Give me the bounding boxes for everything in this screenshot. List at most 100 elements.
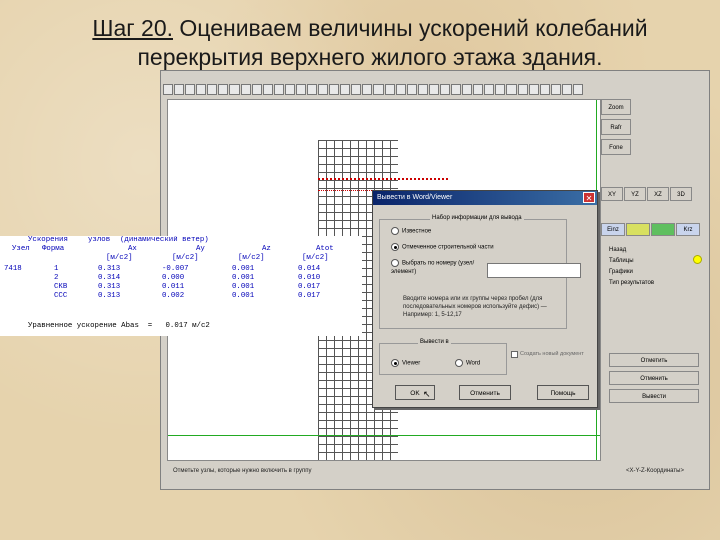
toolbar-button[interactable] [262, 84, 273, 95]
cancel-button[interactable]: Отменить [459, 385, 511, 400]
toolbar-button[interactable] [185, 84, 196, 95]
unit-cell: [м/c2] [302, 254, 329, 262]
table-cell: 0.017 [298, 283, 321, 291]
toolbar-button[interactable] [284, 84, 295, 95]
green-mode-button[interactable] [651, 223, 675, 236]
toolbar-button[interactable] [384, 84, 395, 95]
table-cell: 0.001 [232, 292, 255, 300]
table-cell: 0.313 [98, 292, 121, 300]
toolbar-button[interactable] [163, 84, 174, 95]
toolbar-button[interactable] [307, 84, 318, 95]
toolbar-button[interactable] [340, 84, 351, 95]
xy-button[interactable]: XY [601, 187, 623, 201]
toolbar-button[interactable] [484, 84, 495, 95]
toolbar-button[interactable] [539, 84, 550, 95]
toolbar-button[interactable] [373, 84, 384, 95]
unmark-button[interactable]: Отменить [609, 371, 699, 385]
option-by-number[interactable]: Выбрать по номеру (узел/элемент) [391, 259, 479, 276]
table-cell: СКВ [54, 283, 68, 291]
table-row: 2 0.314 0.000 0.001 0.010 [0, 274, 362, 283]
refresh-button[interactable]: Rafr [601, 119, 631, 135]
toolbar-button[interactable] [561, 84, 572, 95]
option-by-number-label: Выбрать по номеру (узел/элемент) [391, 260, 475, 275]
toolbar-button[interactable] [462, 84, 473, 95]
info-group-label: Набор информации для вывода [430, 215, 524, 221]
toolbar-button[interactable] [495, 84, 506, 95]
header-cell: Ay [196, 245, 205, 253]
menu-back[interactable]: Назад [609, 245, 654, 256]
toolbar-button[interactable] [218, 84, 229, 95]
menu-bar [161, 71, 709, 81]
table-cell: 0.001 [232, 265, 255, 273]
toolbar-button[interactable] [395, 84, 406, 95]
header-cell: Atot [316, 245, 334, 253]
table-cell: 0.011 [162, 283, 185, 291]
output-viewer[interactable]: Viewer [391, 359, 420, 367]
toolbar-button[interactable] [207, 84, 218, 95]
toolbar-button[interactable] [528, 84, 539, 95]
toolbar-button[interactable] [439, 84, 451, 95]
export-button[interactable]: Вывести [609, 389, 699, 403]
toolbar-button[interactable] [174, 84, 185, 95]
toolbar-button[interactable] [240, 84, 251, 95]
output-word-label: Word [466, 360, 481, 367]
table-cell: 0.014 [298, 265, 321, 273]
table-cell: 0.001 [232, 283, 255, 291]
help-button[interactable]: Помощь [537, 385, 589, 400]
table-cell: 7418 [4, 265, 22, 273]
axis-line-horizontal [168, 435, 600, 436]
table-cell: 0.002 [162, 292, 185, 300]
table-cell: -0.007 [162, 265, 189, 273]
toolbar-button[interactable] [362, 84, 373, 95]
option-known[interactable]: Известное [391, 227, 431, 235]
toolbar-button[interactable] [318, 84, 329, 95]
toolbar-button[interactable] [295, 84, 307, 95]
toolbar-button[interactable] [417, 84, 428, 95]
dialog-title-bar: Вывести в Word/Viewer ✕ [373, 191, 597, 205]
3d-button[interactable]: 3D [670, 187, 692, 201]
status-bar: Отметьте узлы, которые нужно включить в … [173, 468, 312, 474]
zoom-button[interactable]: Zoom [601, 99, 631, 115]
table-cell: 0.313 [98, 283, 121, 291]
toolbar-button[interactable] [517, 84, 528, 95]
toolbar-button[interactable] [229, 84, 240, 95]
pointer-dot-icon [693, 255, 702, 264]
toolbar-button[interactable] [251, 84, 262, 95]
toolbar-button[interactable] [550, 84, 561, 95]
toolbar-button[interactable] [451, 84, 462, 95]
header-cell: Узел [12, 245, 30, 253]
output-word[interactable]: Word [455, 359, 480, 367]
table-row: ССС 0.313 0.002 0.001 0.017 [0, 292, 362, 301]
close-icon[interactable]: ✕ [583, 192, 595, 203]
toolbar-button[interactable] [351, 84, 362, 95]
number-input[interactable] [487, 263, 581, 278]
menu-graphs[interactable]: Графики [609, 267, 654, 278]
toolbar-button[interactable] [428, 84, 439, 95]
output-viewer-label: Viewer [402, 360, 421, 367]
toolbar-button[interactable] [329, 84, 340, 95]
fone-button[interactable]: Fone [601, 139, 631, 155]
new-doc-checkbox[interactable]: Создать новый документ [511, 351, 587, 358]
toolbar-button[interactable] [196, 84, 207, 95]
yellow-mode-button[interactable] [626, 223, 650, 236]
toolbar-button[interactable] [406, 84, 417, 95]
toolbar-button[interactable] [473, 84, 484, 95]
unit-cell: [м/c2] [172, 254, 199, 262]
table-cell: 0.000 [162, 274, 185, 282]
toolbar [163, 82, 583, 96]
menu-result-type[interactable]: Тип результатов [609, 278, 654, 289]
selected-floor-line [318, 178, 448, 182]
xz-button[interactable]: XZ [647, 187, 669, 201]
krz-button[interactable]: Krz [676, 223, 700, 236]
toolbar-button[interactable] [506, 84, 517, 95]
toolbar-button[interactable] [572, 84, 583, 95]
mark-button[interactable]: Отметить [609, 353, 699, 367]
header-cell: Az [262, 245, 271, 253]
einz-button[interactable]: Einz [601, 223, 625, 236]
table-cell: 2 [54, 274, 59, 282]
yz-button[interactable]: YZ [624, 187, 646, 201]
option-marked[interactable]: Отмеченное строительной части [391, 243, 494, 251]
toolbar-button[interactable] [273, 84, 284, 95]
menu-tables[interactable]: Таблицы [609, 256, 654, 267]
dialog-note: Вводите номера или их группы через пробе… [403, 296, 547, 318]
